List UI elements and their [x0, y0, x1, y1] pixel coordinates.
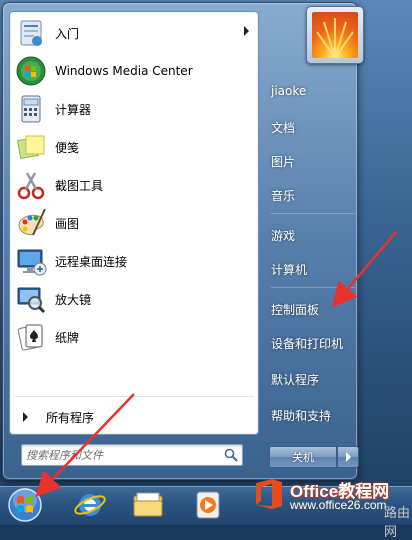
link-label: 游戏: [271, 228, 296, 243]
right-link-default-programs[interactable]: 默认程序: [271, 367, 355, 391]
watermark-url: www.office26.com: [290, 498, 387, 512]
solitaire-icon: [15, 321, 47, 353]
link-label: 设备和打印机: [271, 336, 344, 351]
flower-avatar-icon: [312, 12, 358, 58]
getting-started-icon: [15, 17, 47, 49]
magnifier-icon: [15, 283, 47, 315]
calculator-icon: [15, 93, 47, 125]
media-player-icon[interactable]: [188, 488, 228, 522]
right-link-help-support[interactable]: 帮助和支持: [271, 403, 355, 427]
all-programs-button[interactable]: 所有程序: [13, 404, 255, 430]
program-label: 入门: [55, 26, 80, 41]
program-label: 远程桌面连接: [55, 254, 128, 269]
program-getting-started[interactable]: 入门: [13, 14, 255, 52]
watermark-extra: 路由网: [384, 506, 411, 540]
shutdown-options-button[interactable]: [337, 446, 359, 468]
right-link-games[interactable]: 游戏: [271, 223, 355, 247]
paint-icon: [15, 207, 47, 239]
program-snipping-tool[interactable]: 截图工具: [13, 166, 255, 204]
link-label: 默认程序: [271, 372, 320, 387]
link-label: 音乐: [271, 188, 296, 203]
programs-pane: 入门 Windows Media Center 计算器 便笺 截图工具 画图 远…: [9, 11, 259, 435]
start-menu: 入门 Windows Media Center 计算器 便笺 截图工具 画图 远…: [2, 2, 359, 480]
windows-explorer-icon[interactable]: [128, 488, 168, 522]
link-label: jiaoke: [271, 84, 307, 98]
program-remote-desktop[interactable]: 远程桌面连接: [13, 242, 255, 280]
right-link-documents[interactable]: 文档: [271, 115, 355, 139]
right-divider: [271, 213, 355, 214]
link-label: 控制面板: [271, 302, 320, 317]
program-label: 计算器: [55, 102, 92, 117]
remote-desktop-icon: [15, 245, 47, 277]
right-link-devices-printers[interactable]: 设备和打印机: [271, 331, 355, 355]
program-sticky-notes[interactable]: 便笺: [13, 128, 255, 166]
right-link-pictures[interactable]: 图片: [271, 149, 355, 173]
program-label: 放大镜: [55, 292, 92, 307]
start-orb-icon[interactable]: [4, 486, 46, 524]
right-link-user[interactable]: jiaoke: [271, 79, 355, 103]
office-logo-icon: [256, 479, 282, 509]
right-divider: [271, 287, 355, 288]
program-windows-media-center[interactable]: Windows Media Center: [13, 52, 255, 90]
watermark: Office教程网 www.office26.com 路由网: [252, 473, 410, 540]
right-link-control-panel[interactable]: 控制面板: [271, 297, 355, 321]
link-label: 文档: [271, 120, 296, 135]
program-label: 纸牌: [55, 330, 80, 345]
program-label: 截图工具: [55, 178, 104, 193]
shutdown-button[interactable]: 关机: [269, 446, 337, 468]
program-paint[interactable]: 画图: [13, 204, 255, 242]
snipping-tool-icon: [15, 169, 47, 201]
submenu-arrow-icon: [244, 26, 249, 36]
all-programs-label: 所有程序: [46, 410, 95, 425]
right-link-computer[interactable]: 计算机: [271, 257, 355, 281]
search-icon[interactable]: [224, 448, 238, 462]
user-picture[interactable]: [306, 6, 364, 64]
program-solitaire[interactable]: 纸牌: [13, 318, 255, 356]
program-label: 画图: [55, 216, 80, 231]
divider: [14, 396, 254, 397]
program-label: 便笺: [55, 140, 80, 155]
expand-arrow-icon: [23, 412, 28, 422]
search-box[interactable]: [21, 444, 243, 466]
search-input[interactable]: [22, 445, 220, 465]
program-calculator[interactable]: 计算器: [13, 90, 255, 128]
link-label: 计算机: [271, 262, 308, 277]
link-label: 图片: [271, 154, 296, 169]
sticky-notes-icon: [15, 131, 47, 163]
chevron-right-icon: [346, 452, 351, 462]
program-magnifier[interactable]: 放大镜: [13, 280, 255, 318]
program-label: Windows Media Center: [55, 64, 193, 78]
right-link-music[interactable]: 音乐: [271, 183, 355, 207]
internet-explorer-icon[interactable]: [70, 488, 110, 522]
link-label: 帮助和支持: [271, 408, 332, 423]
windows-media-center-icon: [15, 55, 47, 87]
